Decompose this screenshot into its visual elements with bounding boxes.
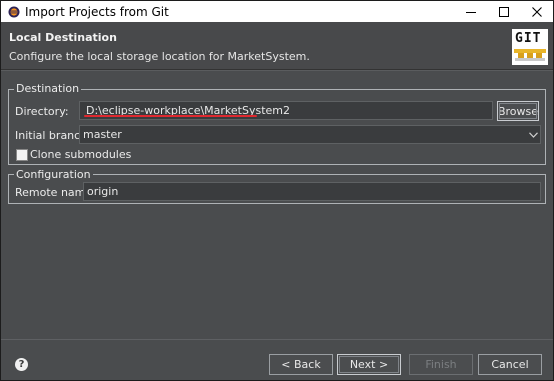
git-logo-icon: GIT xyxy=(512,29,548,65)
remote-name-field[interactable]: origin xyxy=(83,182,541,201)
help-icon[interactable]: ? xyxy=(15,358,28,371)
directory-annotation-underline xyxy=(84,115,257,117)
destination-group-label: Destination xyxy=(14,82,82,95)
browse-button[interactable]: Browse xyxy=(497,101,539,121)
cancel-button[interactable]: Cancel xyxy=(478,354,542,375)
next-button[interactable]: Next > xyxy=(337,354,401,375)
wizard-header: Local Destination Configure the local st… xyxy=(1,22,553,69)
back-button[interactable]: < Back xyxy=(269,354,333,375)
directory-label: Directory: xyxy=(15,105,69,118)
dialog-window: Import Projects from Git Local Destinati… xyxy=(0,0,554,381)
window-title: Import Projects from Git xyxy=(25,4,169,19)
title-bar: Import Projects from Git xyxy=(1,1,553,22)
initial-branch-combo[interactable]: master xyxy=(79,125,541,144)
page-title: Local Destination xyxy=(9,31,117,44)
maximize-icon[interactable] xyxy=(487,1,520,22)
clone-submodules-label[interactable]: Clone submodules xyxy=(30,148,131,161)
header-divider-highlight xyxy=(1,70,553,71)
directory-field[interactable]: D:\eclipse-workplace\MarketSystem2 xyxy=(79,101,493,120)
minimize-icon[interactable] xyxy=(454,1,487,22)
close-icon[interactable] xyxy=(520,1,553,22)
clone-submodules-checkbox[interactable] xyxy=(16,149,28,161)
remote-name-value: origin xyxy=(87,185,119,198)
git-logo-text: GIT xyxy=(515,31,542,46)
eclipse-icon xyxy=(8,6,20,18)
chevron-down-icon[interactable] xyxy=(526,126,540,143)
initial-branch-value: master xyxy=(83,128,122,141)
configuration-group-label: Configuration xyxy=(14,168,93,181)
page-description: Configure the local storage location for… xyxy=(9,50,310,63)
footer-divider xyxy=(1,339,553,340)
finish-button[interactable]: Finish xyxy=(409,354,473,375)
window-controls xyxy=(454,1,553,22)
